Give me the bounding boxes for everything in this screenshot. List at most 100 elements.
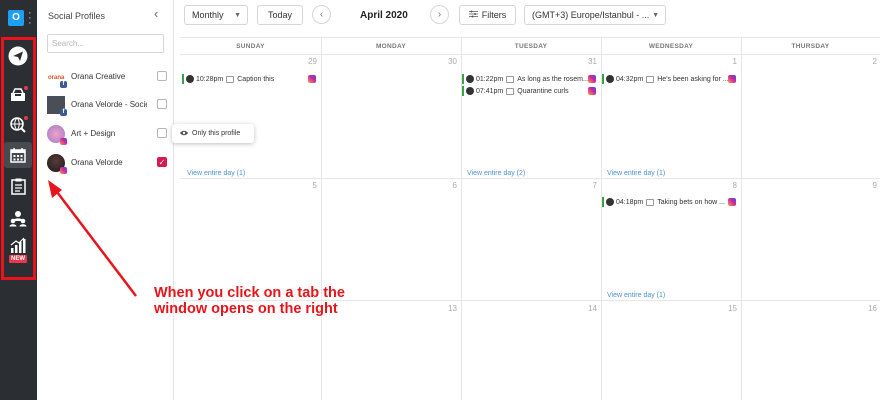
scheduled-post[interactable]: 07:41pm Quarantine curls	[462, 86, 569, 96]
chevron-left-icon: ‹	[319, 9, 324, 20]
scheduled-post[interactable]: 01:22pm As long as the rosem...	[462, 74, 589, 84]
filter-sliders-icon	[468, 10, 478, 20]
status-bar	[462, 86, 464, 96]
chevron-right-icon: ›	[437, 9, 442, 20]
view-entire-day-link[interactable]: View entire day (1)	[187, 170, 245, 177]
only-this-profile-tooltip[interactable]: Only this profile	[172, 124, 254, 143]
caret-down-icon: ▼	[234, 11, 241, 19]
month-label: April 2020	[360, 10, 408, 21]
scheduled-post[interactable]: 04:18pm Taking bets on how ...	[602, 197, 725, 207]
app-logo[interactable]: O	[8, 10, 24, 26]
post-time: 07:41pm	[476, 87, 504, 95]
day-number: 7	[592, 181, 597, 190]
post-time: 10:28pm	[196, 75, 224, 83]
timezone-select[interactable]: (GMT+3) Europe/Istanbul - ... ▼	[524, 5, 666, 25]
weekday-header: TUESDAY	[461, 38, 601, 55]
instagram-icon	[60, 167, 67, 174]
app-window: O · · · NEW Social Profiles ‹ Search... …	[0, 0, 880, 400]
profile-item[interactable]: orana f Orana Creative	[47, 68, 169, 90]
view-entire-day-link[interactable]: View entire day (2)	[467, 170, 525, 177]
day-number: 14	[588, 304, 597, 313]
scheduled-post[interactable]: 04:32pm He's been asking for ...	[602, 74, 729, 84]
today-button[interactable]: Today	[257, 5, 303, 25]
post-time: 01:22pm	[476, 75, 504, 83]
profile-checkbox[interactable]	[157, 71, 167, 81]
instagram-icon	[588, 75, 596, 83]
avatar	[606, 198, 614, 206]
day-number: 13	[448, 304, 457, 313]
avatar	[606, 75, 614, 83]
post-caption: Caption this	[237, 75, 275, 83]
prev-month-button[interactable]: ‹	[312, 5, 331, 24]
image-icon	[646, 75, 655, 83]
profile-item[interactable]: f Orana Velorde - Societ...	[47, 96, 169, 118]
post-time: 04:32pm	[616, 75, 644, 83]
month-calendar-grid: SUNDAY MONDAY TUESDAY WEDNESDAY THURSDAY…	[180, 37, 880, 400]
view-entire-day-link[interactable]: View entire day (1)	[607, 170, 665, 177]
avatar	[186, 75, 194, 83]
view-select[interactable]: Monthly ▼	[184, 5, 248, 25]
avatar	[466, 75, 474, 83]
profile-name: Orana Velorde	[71, 158, 123, 167]
instagram-icon	[60, 138, 67, 145]
post-time: 04:18pm	[616, 198, 644, 206]
left-nav-rail: O · · · NEW	[0, 0, 37, 400]
profile-checkbox[interactable]	[157, 99, 167, 109]
weekday-header: THURSDAY	[741, 38, 880, 55]
social-profiles-panel: Social Profiles ‹ orana f Orana Creative…	[37, 0, 174, 400]
day-number: 16	[868, 304, 877, 313]
profile-checkbox[interactable]	[157, 128, 167, 138]
profile-name: Orana Velorde - Societ...	[71, 100, 147, 109]
avatar	[466, 87, 474, 95]
instagram-icon	[728, 198, 736, 206]
instagram-icon	[588, 87, 596, 95]
facebook-icon: f	[60, 81, 67, 88]
annotation-highlight-box	[1, 37, 36, 280]
day-number: 1	[732, 57, 737, 66]
day-number: 31	[588, 57, 597, 66]
profile-name: Art + Design	[71, 129, 116, 138]
image-icon	[506, 75, 515, 83]
image-icon	[226, 75, 235, 83]
day-number: 5	[312, 181, 317, 190]
weekday-header: WEDNESDAY	[601, 38, 741, 55]
eye-icon	[180, 130, 188, 138]
filters-button[interactable]: Filters	[459, 5, 516, 25]
day-number: 9	[872, 181, 877, 190]
more-menu-icon[interactable]: · · ·	[28, 8, 32, 29]
row-divider	[180, 178, 880, 179]
filters-label: Filters	[481, 10, 507, 20]
weekday-header: SUNDAY	[180, 38, 321, 55]
status-bar	[602, 197, 604, 207]
weekday-header: MONDAY	[321, 38, 461, 55]
instagram-icon	[728, 75, 736, 83]
next-month-button[interactable]: ›	[430, 5, 449, 24]
post-caption: As long as the rosem...	[517, 75, 589, 83]
image-icon	[506, 87, 515, 95]
calendar-toolbar: Monthly ▼ Today ‹ April 2020 › Filters (…	[174, 0, 880, 30]
annotation-text: When you click on a tab the window opens…	[154, 285, 384, 317]
profile-item[interactable]: Art + Design	[47, 125, 169, 147]
profile-item[interactable]: Orana Velorde ✓	[47, 154, 169, 176]
column-divider	[741, 38, 742, 400]
scheduled-post[interactable]: 10:28pm Caption this	[182, 74, 274, 84]
tooltip-label: Only this profile	[192, 130, 241, 137]
profile-search-input[interactable]	[47, 34, 164, 53]
post-caption: Quarantine curls	[517, 87, 569, 95]
post-caption: He's been asking for ...	[657, 75, 729, 83]
annotation-line-2: window opens on the right	[154, 300, 338, 317]
status-bar	[462, 74, 464, 84]
caret-down-icon: ▼	[652, 11, 659, 19]
annotation-line-1: When you click on a tab the	[154, 285, 345, 301]
day-number: 29	[308, 57, 317, 66]
instagram-icon	[308, 75, 316, 83]
status-bar	[602, 74, 604, 84]
column-divider	[601, 38, 602, 400]
chevron-left-icon[interactable]: ‹	[154, 6, 158, 21]
profile-name: Orana Creative	[71, 72, 126, 81]
day-number: 6	[452, 181, 457, 190]
view-entire-day-link[interactable]: View entire day (1)	[607, 292, 665, 299]
profile-checkbox-checked[interactable]: ✓	[157, 157, 167, 167]
post-caption: Taking bets on how ...	[657, 198, 725, 206]
column-divider	[321, 38, 322, 400]
